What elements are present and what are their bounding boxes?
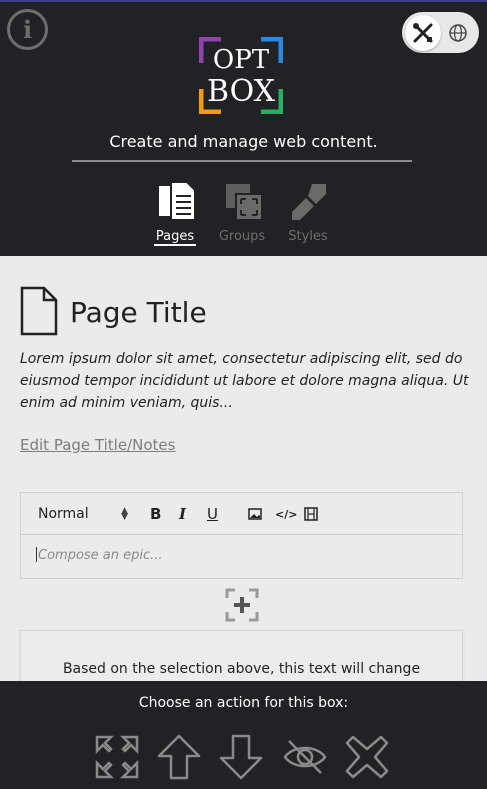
groups-icon <box>226 184 263 221</box>
tagline: Create and manage web content. <box>109 132 378 151</box>
action-bar: Choose an action for this box: <box>0 681 487 789</box>
page-icon <box>20 286 58 336</box>
compose-placeholder: Compose an epic... <box>38 548 163 563</box>
italic-button[interactable]: I <box>179 504 186 524</box>
tagline-divider <box>72 160 412 162</box>
editor-toolbar: Normal ▲ ▼ B I U </> <box>21 493 462 535</box>
page-editor: Page Title Lorem ipsum dolor sit amet, c… <box>0 256 487 690</box>
logo-line-1: OPT <box>212 45 270 75</box>
logo-line-2: BOX <box>206 74 276 109</box>
nav-label-groups: Groups <box>218 229 266 244</box>
expand-icon[interactable] <box>93 733 141 781</box>
video-icon[interactable] <box>304 504 318 524</box>
tools-icon[interactable] <box>405 14 441 51</box>
compose-input[interactable]: Compose an epic... <box>36 547 163 563</box>
nav-label-styles: Styles <box>288 229 328 244</box>
app-header: i OPT BOX Create and manage web content.… <box>0 0 487 256</box>
select-arrows-icon: ▲ ▼ <box>121 506 128 522</box>
page-description: Lorem ipsum dolor sit amet, consectetur … <box>20 351 469 411</box>
main-nav: Pages Groups Styles <box>0 176 487 250</box>
code-icon[interactable]: </> <box>275 504 297 524</box>
hide-icon[interactable] <box>281 733 329 781</box>
image-icon[interactable] <box>248 504 262 524</box>
format-select-value: Normal <box>38 506 89 522</box>
rich-text-editor: Normal ▲ ▼ B I U </> Compose an epic... <box>20 492 463 579</box>
move-down-icon[interactable] <box>217 733 265 781</box>
active-tab-indicator <box>154 244 196 246</box>
delete-icon[interactable] <box>343 733 391 781</box>
optbox-logo: OPT BOX <box>199 37 283 114</box>
page-title: Page Title <box>70 296 207 329</box>
info-icon[interactable]: i <box>7 9 48 50</box>
mode-toggle[interactable] <box>402 12 479 53</box>
action-bar-title: Choose an action for this box: <box>138 695 349 711</box>
globe-icon[interactable] <box>441 15 475 51</box>
nav-item-pages[interactable]: Pages <box>140 176 210 250</box>
move-up-icon[interactable] <box>155 733 203 781</box>
nav-item-styles[interactable]: Styles <box>273 176 343 250</box>
underline-button[interactable]: U <box>207 504 218 524</box>
action-buttons <box>0 733 487 781</box>
pages-icon <box>159 181 196 221</box>
nav-label-pages: Pages <box>155 229 195 244</box>
edit-page-link[interactable]: Edit Page Title/Notes <box>20 436 175 454</box>
text-caret <box>36 547 37 562</box>
format-select[interactable]: Normal ▲ ▼ <box>38 504 128 524</box>
add-box-icon[interactable] <box>225 588 259 622</box>
preview-text: Based on the selection above, this text … <box>62 661 421 677</box>
bold-button[interactable]: B <box>150 504 161 524</box>
nav-item-groups[interactable]: Groups <box>207 176 277 250</box>
brush-icon <box>292 184 326 220</box>
